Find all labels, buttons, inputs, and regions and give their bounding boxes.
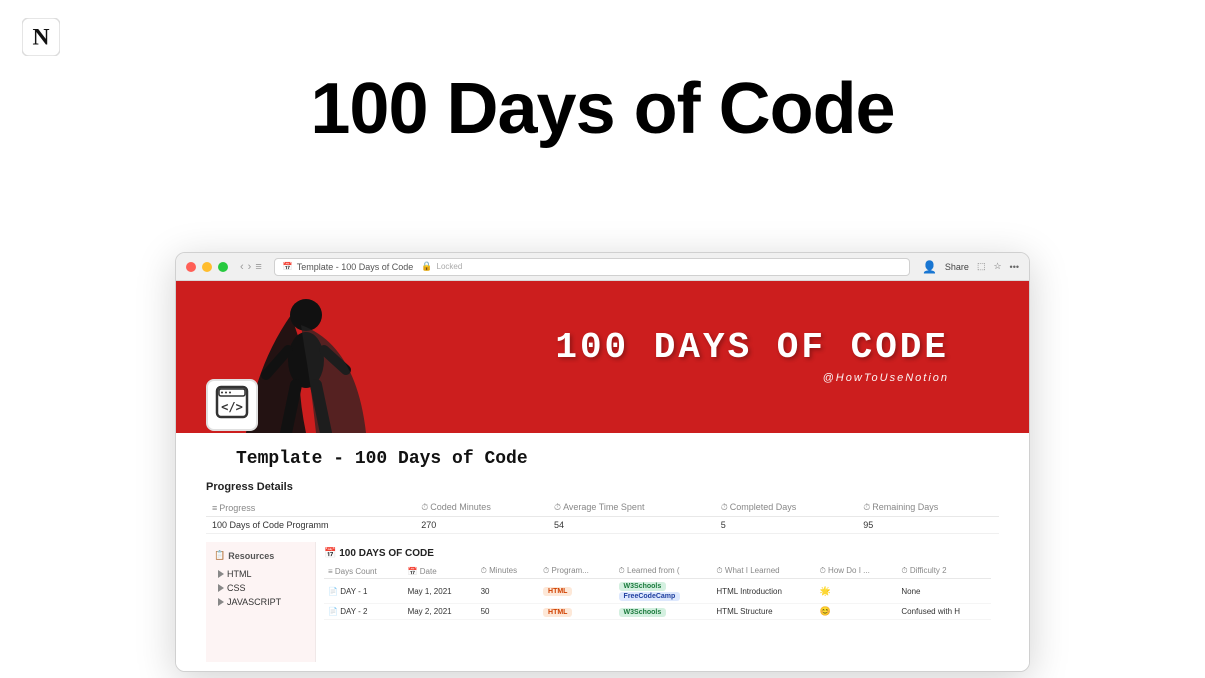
day-2-how: 😊 (816, 604, 898, 620)
share-button[interactable]: Share (945, 262, 969, 272)
day-2-minutes: 50 (477, 604, 539, 620)
hero-banner: 100 DAYS OF CODE @HowToUseNotion (176, 281, 1029, 433)
days-data-section: 📅 100 DAYS OF CODE ≡ Days Count 📅 Date (316, 542, 999, 662)
address-bar-text: Template - 100 Days of Code (297, 262, 414, 272)
table-row: 📄 DAY - 2 May 2, 2021 50 HTML W3Schools (324, 604, 991, 620)
bottom-section: 📋 Resources HTML CSS JAVASCRIPT (206, 542, 999, 662)
day-1-date: May 1, 2021 (404, 579, 477, 604)
sidebar-item-css[interactable]: CSS (214, 581, 307, 595)
col-coded-minutes: ⏱Coded Minutes (415, 499, 548, 517)
day-2-label: 📄 DAY - 2 (324, 604, 404, 620)
more-options-icon[interactable]: ••• (1010, 262, 1019, 272)
address-bar[interactable]: 📅 Template - 100 Days of Code 🔒 Locked (274, 258, 910, 276)
day-1-label: 📄 DAY - 1 (324, 579, 404, 604)
day-2-difficulty: Confused with H (897, 604, 991, 620)
browser-nav: ‹ › ≡ (240, 261, 262, 273)
table-row: 📄 DAY - 1 May 1, 2021 30 HTML W3Schools (324, 579, 991, 604)
sidebar-item-javascript[interactable]: JAVASCRIPT (214, 595, 307, 609)
day-1-minutes: 30 (477, 579, 539, 604)
col-how: ⏱ How Do I ... (816, 564, 898, 579)
col-date: 📅 Date (404, 564, 477, 579)
progress-completed: 5 (715, 517, 858, 534)
col-difficulty: ⏱ Difficulty 2 (897, 564, 991, 579)
main-page-title: 100 Days of Code (0, 68, 1205, 150)
days-table-title: 📅 100 DAYS OF CODE (324, 548, 991, 559)
col-remaining: ⏱Remaining Days (857, 499, 999, 517)
calendar-icon: 📅 (283, 262, 293, 271)
progress-remaining: 95 (857, 517, 999, 534)
col-progress: ≡Progress (206, 499, 415, 517)
collapse-icon-js (218, 598, 224, 606)
locked-label: Locked (437, 262, 463, 271)
col-learned-from: ⏱ Learned from ( (615, 564, 713, 579)
resources-icon: 📋 (214, 550, 225, 561)
page-icon-symbol: </> (215, 385, 249, 425)
day-1-program: HTML (539, 579, 615, 604)
day-1-difficulty: None (897, 579, 991, 604)
day-1-how: 🌟 (816, 579, 898, 604)
svg-text:N: N (32, 25, 49, 51)
hero-text-block: 100 DAYS OF CODE @HowToUseNotion (555, 330, 949, 384)
page-icon: </> (206, 379, 258, 431)
svg-text:</>: </> (221, 400, 243, 414)
w3-tag: W3Schools (619, 582, 667, 591)
day-2-learned-from: W3Schools (615, 604, 713, 620)
action-icon-1[interactable]: ⬚ (977, 261, 986, 272)
html-tag-2: HTML (543, 608, 572, 617)
progress-row: 100 Days of Code Programm 270 54 5 95 (206, 517, 999, 534)
col-completed: ⏱Completed Days (715, 499, 858, 517)
hero-title: 100 DAYS OF CODE (555, 330, 949, 366)
browser-window: ‹ › ≡ 📅 Template - 100 Days of Code 🔒 Lo… (175, 252, 1030, 672)
progress-name: 100 Days of Code Programm (206, 517, 415, 534)
html-tag: HTML (543, 587, 572, 596)
progress-section-heading: Progress Details (206, 481, 999, 493)
w3-tag-2: W3Schools (619, 608, 667, 617)
collapse-icon-html (218, 570, 224, 578)
day-1-learned-from: W3Schools FreeCodeCamp (615, 579, 713, 604)
progress-coded-minutes: 270 (415, 517, 548, 534)
browser-actions: 👤 Share ⬚ ☆ ••• (922, 260, 1019, 274)
window-close-button[interactable] (186, 262, 196, 272)
document-title: Template - 100 Days of Code (236, 449, 999, 469)
window-maximize-button[interactable] (218, 262, 228, 272)
progress-avg-time: 54 (548, 517, 715, 534)
day-2-date: May 2, 2021 (404, 604, 477, 620)
day-2-what-learned: HTML Structure (712, 604, 815, 620)
col-minutes: ⏱ Minutes (477, 564, 539, 579)
day-1-what-learned: HTML Introduction (712, 579, 815, 604)
notion-logo: N (22, 18, 60, 56)
page-body: Template - 100 Days of Code Progress Det… (176, 433, 1029, 671)
resources-sidebar: 📋 Resources HTML CSS JAVASCRIPT (206, 542, 316, 662)
action-icon-2[interactable]: ☆ (993, 261, 1001, 272)
col-days-count: ≡ Days Count (324, 564, 404, 579)
days-table: ≡ Days Count 📅 Date ⏱ Minutes ⏱ Program.… (324, 564, 991, 620)
progress-table: ≡Progress ⏱Coded Minutes ⏱Average Time S… (206, 499, 999, 534)
resources-label: 📋 Resources (214, 550, 307, 561)
sidebar-item-html[interactable]: HTML (214, 567, 307, 581)
lock-icon: 🔒 (421, 261, 432, 272)
col-what-learned: ⏱ What I Learned (712, 564, 815, 579)
nav-menu[interactable]: ≡ (255, 261, 261, 273)
nav-forward[interactable]: › (248, 261, 252, 273)
col-program: ⏱ Program... (539, 564, 615, 579)
col-avg-time: ⏱Average Time Spent (548, 499, 715, 517)
page-content: 100 DAYS OF CODE @HowToUseNotion </> Tem… (176, 281, 1029, 671)
fcc-tag: FreeCodeCamp (619, 592, 681, 601)
day-2-program: HTML (539, 604, 615, 620)
window-minimize-button[interactable] (202, 262, 212, 272)
browser-chrome: ‹ › ≡ 📅 Template - 100 Days of Code 🔒 Lo… (176, 253, 1029, 281)
user-avatar: 👤 (922, 260, 937, 274)
hero-subtitle: @HowToUseNotion (555, 372, 949, 384)
collapse-icon-css (218, 584, 224, 592)
nav-back[interactable]: ‹ (240, 261, 244, 273)
